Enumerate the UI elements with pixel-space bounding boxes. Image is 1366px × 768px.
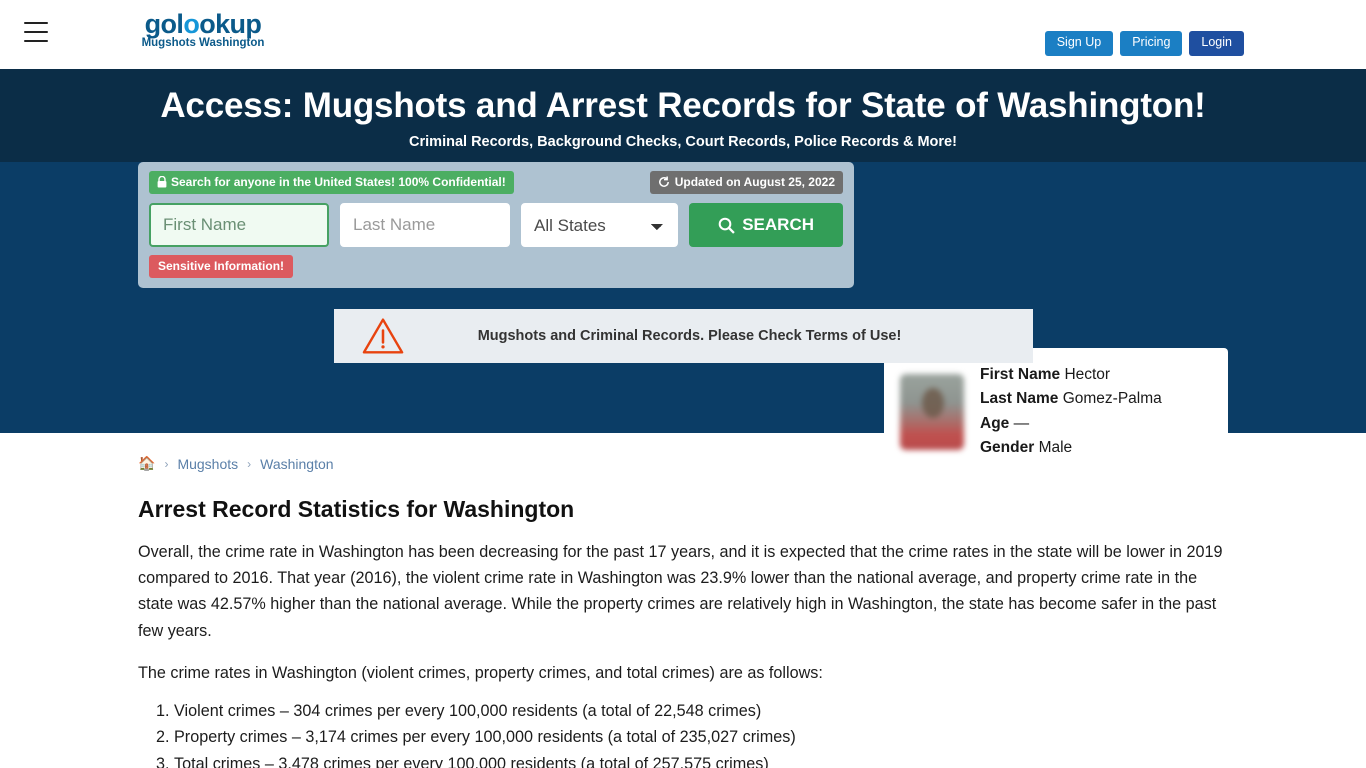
last-name-value: Gomez-Palma	[1062, 390, 1162, 408]
search-panel: Search for anyone in the United States! …	[138, 162, 854, 288]
list-item: Violent crimes – 304 crimes per every 10…	[174, 698, 1228, 724]
first-name-input[interactable]	[149, 203, 329, 247]
last-name-input[interactable]	[340, 203, 510, 247]
person-age-row: Age —	[980, 412, 1162, 436]
crime-rate-list: Violent crimes – 304 crimes per every 10…	[138, 698, 1228, 768]
logo-part-highlight: o	[183, 9, 200, 39]
search-button[interactable]: SEARCH	[689, 203, 843, 247]
page-title: Arrest Record Statistics for Washington	[138, 496, 575, 522]
hero-title: Access: Mugshots and Arrest Records for …	[160, 86, 1206, 125]
site-logo[interactable]: golookup Mugshots Washington	[138, 10, 268, 50]
logo-part-b: okup	[199, 9, 262, 39]
age-value: —	[1013, 414, 1030, 432]
sensitive-information-badge: Sensitive Information!	[149, 255, 294, 278]
gender-value: Male	[1038, 438, 1073, 456]
logo-subtitle: Mugshots Washington	[141, 37, 265, 50]
lock-icon	[157, 176, 167, 188]
top-navigation-bar: golookup Mugshots Washington Sign Up Pri…	[0, 0, 1366, 69]
person-first-name-row: First Name Hector	[980, 363, 1162, 387]
confidential-badge: Search for anyone in the United States! …	[149, 171, 514, 194]
intro-paragraph: Overall, the crime rate in Washington ha…	[138, 543, 1223, 640]
person-last-name-row: Last Name Gomez-Palma	[980, 387, 1162, 411]
logo-wordmark: golookup	[138, 10, 268, 38]
hero-subtitle: Criminal Records, Background Checks, Cou…	[409, 133, 957, 150]
list-item: Property crimes – 3,174 crimes per every…	[174, 724, 1228, 750]
logo-part-a: gol	[144, 9, 184, 39]
hero-headline-section: Access: Mugshots and Arrest Records for …	[0, 69, 1366, 162]
sign-up-button[interactable]: Sign Up	[1044, 31, 1114, 56]
search-form: All States SEARCH	[149, 203, 843, 247]
mugshot-thumbnail	[900, 373, 964, 450]
first-name-label: First Name	[980, 366, 1061, 384]
login-button[interactable]: Login	[1189, 31, 1244, 56]
crime-rates-lead-in: The crime rates in Washington (violent c…	[138, 663, 823, 682]
updated-badge-text: Updated on August 25, 2022	[674, 175, 835, 189]
hamburger-menu-icon[interactable]	[24, 22, 48, 42]
gender-label: Gender	[980, 438, 1035, 456]
first-name-value: Hector	[1064, 366, 1111, 384]
search-button-label: SEARCH	[742, 215, 815, 234]
pricing-button[interactable]: Pricing	[1120, 31, 1183, 56]
search-panel-badges: Search for anyone in the United States! …	[149, 171, 843, 194]
person-gender-row: Gender Male	[980, 436, 1162, 460]
last-name-label: Last Name	[980, 390, 1059, 408]
hamburger-bar	[24, 40, 48, 42]
hamburger-bar	[24, 22, 48, 24]
list-item: Total crimes – 3,478 crimes per every 10…	[174, 751, 1228, 768]
updated-badge: Updated on August 25, 2022	[649, 171, 843, 194]
main-content: 🏠 › Mugshots › Washington Arrest Record …	[0, 433, 1366, 768]
home-icon[interactable]: 🏠	[138, 455, 155, 472]
breadcrumb-item-mugshots[interactable]: Mugshots	[177, 456, 238, 472]
magnifier-icon	[718, 217, 735, 234]
nav-button-group: Sign Up Pricing Login	[1044, 31, 1244, 56]
person-result-card[interactable]: First Name Hector Last Name Gomez-Palma …	[884, 348, 1228, 475]
refresh-icon	[658, 176, 669, 187]
age-label: Age	[980, 414, 1010, 432]
breadcrumb-separator: ›	[164, 456, 169, 471]
terms-of-use-warning: Mugshots and Criminal Records. Please Ch…	[334, 309, 1033, 363]
breadcrumb-item-washington[interactable]: Washington	[260, 456, 333, 472]
state-select[interactable]: All States	[521, 203, 679, 247]
hamburger-bar	[24, 31, 48, 33]
warning-triangle-icon	[362, 318, 404, 354]
confidential-badge-text: Search for anyone in the United States! …	[171, 175, 506, 189]
person-details: First Name Hector Last Name Gomez-Palma …	[980, 363, 1162, 459]
terms-of-use-warning-text: Mugshots and Criminal Records. Please Ch…	[477, 328, 902, 344]
hero-search-section: Search for anyone in the United States! …	[0, 162, 1366, 475]
breadcrumb-separator: ›	[247, 456, 252, 471]
